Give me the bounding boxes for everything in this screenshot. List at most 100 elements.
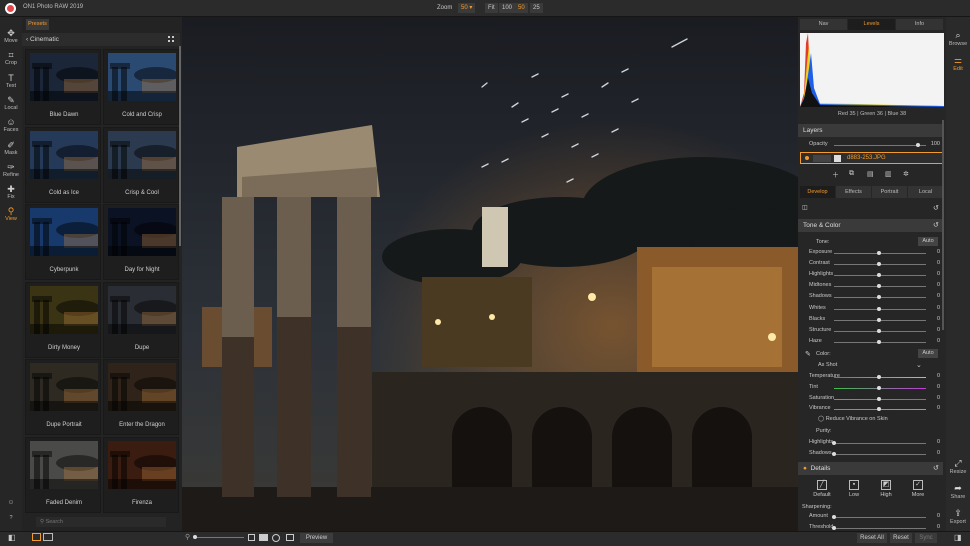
zoom-slider[interactable]	[194, 537, 244, 538]
reset-panel-icon[interactable]: ↺	[933, 204, 939, 212]
sync-button[interactable]: Sync	[915, 533, 937, 543]
eyedropper-icon[interactable]: ✎	[805, 350, 811, 358]
slider-knob[interactable]	[877, 328, 881, 333]
preset-card[interactable]: Faded Denim	[25, 436, 101, 513]
slider-knob[interactable]	[877, 306, 881, 311]
tool-text[interactable]: T Text	[0, 73, 22, 89]
slider-knob[interactable]	[877, 339, 881, 344]
slider-amount[interactable]: Amount 0	[806, 512, 942, 522]
slider-knob[interactable]	[877, 262, 881, 267]
mask-overlay-icon[interactable]	[272, 534, 280, 542]
opacity-knob[interactable]	[916, 143, 920, 147]
slider-shadows[interactable]: Shadows 0	[806, 449, 942, 459]
tab-portrait[interactable]: Portrait	[872, 186, 907, 198]
zoom-slider-knob[interactable]	[193, 535, 197, 539]
slider-shadows[interactable]: Shadows 0	[806, 292, 942, 302]
presets-tab[interactable]: Presets	[26, 19, 49, 30]
reset-button[interactable]: Reset	[890, 533, 912, 543]
slider-knob[interactable]	[832, 452, 836, 456]
detail-preset-low[interactable]: ▪ Low	[843, 480, 865, 498]
detail-preset-high[interactable]: ◩ High	[875, 480, 897, 498]
tab-local[interactable]: Local	[908, 186, 943, 198]
layer-settings-icon[interactable]: ✲	[903, 170, 909, 178]
slider-highlights[interactable]: Highlights 0	[806, 270, 942, 280]
tone-auto-button[interactable]: Auto	[918, 237, 938, 246]
white-balance-select[interactable]: As Shot	[818, 362, 837, 368]
slider-exposure[interactable]: Exposure 0	[806, 248, 942, 258]
slider-knob[interactable]	[877, 284, 881, 289]
slider-temperature[interactable]: Temperature 0	[806, 372, 942, 382]
preset-category-header[interactable]: ‹ Cinematic	[22, 33, 180, 46]
slider-knob[interactable]	[832, 441, 836, 445]
module-export[interactable]: ⇪ Export	[946, 508, 970, 525]
tool-view[interactable]: ⚲ View	[0, 206, 22, 222]
reset-all-button[interactable]: Reset All	[857, 533, 887, 543]
preset-card[interactable]: Dupe Portrait	[25, 359, 101, 435]
slider-track[interactable]	[834, 443, 926, 444]
slider-track[interactable]	[834, 517, 926, 518]
slider-knob[interactable]	[877, 396, 881, 401]
layers-header[interactable]: Layers	[798, 124, 943, 137]
tab-develop[interactable]: Develop	[800, 186, 835, 198]
slider-highlights[interactable]: Highlights 0	[806, 438, 942, 448]
presets-scrollbar[interactable]	[179, 46, 181, 246]
zoom-100-button[interactable]: 100	[499, 3, 516, 13]
opacity-slider[interactable]: Opacity 100	[806, 140, 942, 150]
slider-contrast[interactable]: Contrast 0	[806, 259, 942, 269]
details-header[interactable]: ● Details	[798, 462, 943, 475]
preset-card[interactable]: Cyberpunk	[25, 204, 101, 280]
zoom-50-button[interactable]: 50	[515, 3, 528, 13]
tone-reset-icon[interactable]: ↺	[933, 221, 939, 229]
tool-faces[interactable]: ☺ Faces	[0, 117, 22, 133]
tool-refine[interactable]: ✑ Refine	[0, 162, 22, 178]
slider-knob[interactable]	[877, 295, 881, 300]
preset-card[interactable]: Blue Dawn	[25, 49, 101, 125]
slider-knob[interactable]	[877, 317, 881, 322]
details-reset-icon[interactable]: ↺	[933, 464, 939, 472]
detail-preset-default[interactable]: ╱ Default	[811, 480, 833, 498]
tab-nav[interactable]: Nav	[800, 19, 847, 30]
zoom-fit-button[interactable]: Fit	[485, 3, 498, 13]
slider-knob[interactable]	[877, 407, 881, 412]
color-auto-button[interactable]: Auto	[918, 349, 938, 358]
slider-whites[interactable]: Whites 0	[806, 304, 942, 314]
zoom-out-icon[interactable]: ⚲	[185, 533, 190, 541]
module-edit[interactable]: ⚌ Edit	[946, 55, 970, 72]
preset-card[interactable]: Day for Night	[103, 204, 179, 280]
slider-knob[interactable]	[877, 273, 881, 278]
tool-move[interactable]: ✥ Move	[0, 28, 22, 44]
module-browse[interactable]: ⌕ Browse	[946, 30, 970, 47]
detail-preset-more[interactable]: ✓ More	[907, 480, 929, 498]
duplicate-layer-icon[interactable]: ⧉	[849, 170, 854, 178]
compare-view-icon[interactable]	[43, 533, 53, 541]
module-resize[interactable]: ⤢ Resize	[946, 458, 970, 475]
slider-blacks[interactable]: Blacks 0	[806, 315, 942, 325]
slider-midtones[interactable]: Midtones 0	[806, 281, 942, 291]
preset-card[interactable]: Enter the Dragon	[103, 359, 179, 435]
module-share[interactable]: ➦ Share	[946, 483, 970, 500]
tool-crop[interactable]: ⌗ Crop	[0, 50, 22, 66]
slider-track[interactable]	[834, 454, 926, 455]
preset-card[interactable]: Cold as Ice	[25, 126, 101, 203]
single-view-icon[interactable]	[32, 533, 41, 541]
slider-knob[interactable]	[877, 385, 881, 390]
tool-mask[interactable]: ✐ Mask	[0, 140, 22, 156]
chevron-down-icon[interactable]: ⌄	[916, 361, 922, 369]
slider-haze[interactable]: Haze 0	[806, 337, 942, 347]
panel-scrollbar[interactable]	[942, 120, 944, 330]
tone-color-header[interactable]: Tone & Color	[798, 219, 943, 232]
tool-local[interactable]: ✎ Local	[0, 95, 22, 111]
help-icon[interactable]: ?	[0, 515, 22, 521]
right-panel-toggle-icon[interactable]: ◨	[954, 533, 962, 542]
slider-structure[interactable]: Structure 0	[806, 326, 942, 336]
preset-search-input[interactable]: ⚲ Search	[36, 517, 166, 527]
tab-info[interactable]: Info	[896, 19, 943, 30]
clipping-icon[interactable]	[259, 534, 268, 541]
preview-button[interactable]: Preview	[300, 533, 333, 543]
tab-levels[interactable]: Levels	[848, 19, 895, 30]
slider-knob[interactable]	[832, 525, 836, 530]
crop-overlay-icon[interactable]	[248, 534, 255, 541]
preset-card[interactable]: Dirty Money	[25, 281, 101, 358]
layer-item[interactable]: d883-253.JPG	[800, 152, 944, 164]
compare-icon[interactable]: ◫	[802, 204, 808, 211]
